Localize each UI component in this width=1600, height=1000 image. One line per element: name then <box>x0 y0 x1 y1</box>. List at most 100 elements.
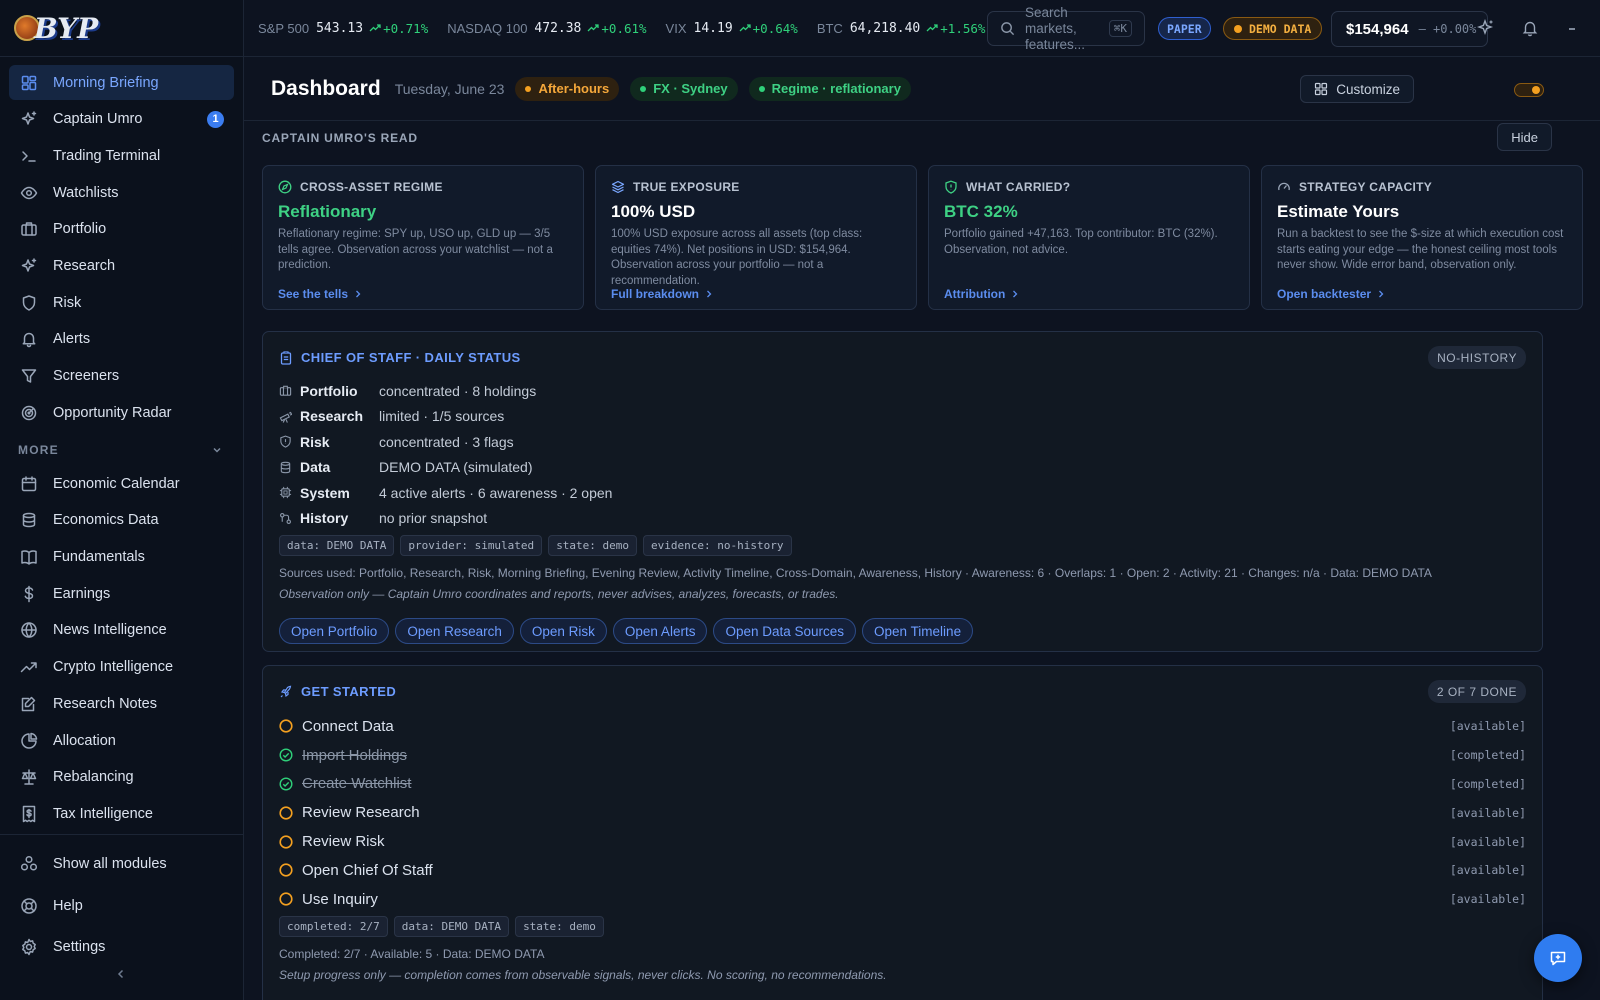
cos-row-key: History <box>300 510 349 527</box>
ticker-nasdaq-100[interactable]: NASDAQ 100 472.38 +0.61% <box>447 21 646 36</box>
bell-icon <box>1522 21 1538 37</box>
account-balance[interactable]: $154,964 – +0.00% <box>1331 11 1488 47</box>
card-link[interactable]: See the tells <box>278 287 568 301</box>
card-link[interactable]: Full breakdown <box>611 287 901 301</box>
shield-icon <box>280 435 291 448</box>
open-timeline-button[interactable]: Open Timeline <box>862 618 974 644</box>
open-research-button[interactable]: Open Research <box>395 618 514 644</box>
cos-row-value: 4 active alerts · 6 awareness · 2 open <box>379 484 613 501</box>
notes-icon <box>21 696 36 712</box>
sidebar-item-rebalancing[interactable]: Rebalancing <box>9 760 234 795</box>
sidebar-item-economic-calendar[interactable]: Economic Calendar <box>9 466 234 501</box>
setup-step-review-research[interactable]: Review Research [available] <box>279 798 1526 827</box>
card-link[interactable]: Open backtester <box>1277 287 1567 301</box>
cos-row-portfolio: Portfolio concentrated · 8 holdings <box>279 378 612 404</box>
sidebar-collapse-button[interactable] <box>114 967 128 981</box>
ticker-s-p-500[interactable]: S&P 500 543.13 +0.71% <box>258 21 428 36</box>
sidebar-item-risk[interactable]: Risk <box>9 285 234 320</box>
sidebar-item-settings[interactable]: Settings <box>9 927 234 967</box>
page-title: Dashboard <box>271 76 381 100</box>
sidebar-item-captain-umro[interactable]: Captain Umro 1 <box>9 102 234 137</box>
read-card-strategy-capacity: STRATEGY CAPACITY Estimate Yours Run a bac… <box>1261 165 1583 310</box>
meta-tag: provider: simulated <box>400 535 543 556</box>
app-logo[interactable]: BYP <box>0 0 243 57</box>
history-status-tag: NO-HISTORY <box>1428 346 1526 369</box>
setup-step-state: [available] <box>1449 719 1526 734</box>
card-description: 100% USD exposure across all assets (top… <box>611 228 863 287</box>
sidebar-item-crypto-intelligence[interactable]: Crypto Intelligence <box>9 650 234 685</box>
card-description: Reflationary regime: SPY up, USO up, GLD… <box>278 228 553 271</box>
customize-label: Customize <box>1336 81 1400 97</box>
trend-up-icon <box>739 24 751 32</box>
sidebar-item-tax-intelligence[interactable]: Tax Intelligence <box>9 796 234 831</box>
setup-step-label: Import Holdings <box>302 746 408 764</box>
notifications-button[interactable] <box>1521 19 1539 37</box>
check-circle-icon <box>279 748 293 762</box>
ticker-change: +1.56% <box>940 20 986 36</box>
sidebar-item-trading-terminal[interactable]: Trading Terminal <box>9 138 234 173</box>
sidebar-item-alerts[interactable]: Alerts <box>9 322 234 357</box>
sidebar-item-help[interactable]: Help <box>9 886 234 926</box>
cos-row-key: Portfolio <box>300 382 358 399</box>
ticker-vix[interactable]: VIX 14.19 +0.64% <box>666 21 798 36</box>
sidebar-item-label: Allocation <box>53 732 116 749</box>
setup-step-connect-data[interactable]: Connect Data [available] <box>279 712 1526 741</box>
search-box[interactable]: Search markets, features... ⌘K <box>987 5 1145 52</box>
sidebar-item-morning-briefing[interactable]: Morning Briefing <box>9 65 234 100</box>
sidebar-item-research-notes[interactable]: Research Notes <box>9 686 234 721</box>
chip-icon <box>279 487 292 499</box>
cos-row-value: concentrated · 8 holdings <box>379 382 537 399</box>
user-menu-button[interactable] <box>1563 22 1575 36</box>
setup-step-import-holdings[interactable]: Import Holdings [completed] <box>279 741 1526 770</box>
customize-button[interactable]: Customize <box>1300 75 1414 103</box>
sidebar-item-economics-data[interactable]: Economics Data <box>9 503 234 538</box>
sidebar-item-portfolio[interactable]: Portfolio <box>9 212 234 247</box>
assistant-button[interactable] <box>1477 19 1495 37</box>
setup-step-use-inquiry[interactable]: Use Inquiry [available] <box>279 885 1526 914</box>
ticker-value: 543.13 <box>316 20 364 36</box>
search-placeholder[interactable]: Search markets, features... <box>1025 5 1099 53</box>
sidebar-item-research[interactable]: Research <box>9 248 234 283</box>
setup-step-create-watchlist[interactable]: Create Watchlist [completed] <box>279 770 1526 799</box>
cos-tags: data: DEMO DATA provider: simulated state:… <box>279 535 798 556</box>
sidebar-item-earnings[interactable]: Earnings <box>9 576 234 611</box>
setup-step-open-chief-of-staff[interactable]: Open Chief Of Staff [available] <box>279 856 1526 885</box>
trending-icon <box>20 662 37 673</box>
paper-mode-badge[interactable]: PAPER <box>1158 17 1211 40</box>
ticker-symbol: VIX <box>665 20 687 36</box>
open-alerts-button[interactable]: Open Alerts <box>612 618 708 644</box>
sidebar-item-screeners[interactable]: Screeners <box>9 359 234 394</box>
chat-fab-button[interactable] <box>1534 934 1582 982</box>
sidebar-item-label: Trading Terminal <box>53 147 161 164</box>
sidebar: BYP Morning Briefing Captain Umro 1 Trading… <box>0 0 244 1000</box>
setup-step-label: Review Risk <box>302 833 385 851</box>
open-risk-button[interactable]: Open Risk <box>519 618 607 644</box>
setup-step-state: [available] <box>1449 892 1526 907</box>
ticker-symbol: NASDAQ 100 <box>447 20 528 36</box>
bell-icon <box>22 333 36 348</box>
ticker-change: +0.71% <box>383 20 429 36</box>
theme-toggle[interactable] <box>1514 83 1544 97</box>
open-data-sources-button[interactable]: Open Data Sources <box>713 618 857 644</box>
chevron-down-icon <box>213 448 221 453</box>
sidebar-item-watchlists[interactable]: Watchlists <box>9 175 234 210</box>
sidebar-item-opportunity-radar[interactable]: Opportunity Radar <box>9 395 234 430</box>
sidebar-item-fundamentals[interactable]: Fundamentals <box>9 540 234 575</box>
meta-tag: state: demo <box>515 916 604 937</box>
open-portfolio-button[interactable]: Open Portfolio <box>279 618 390 644</box>
sidebar-item-show-all-modules[interactable]: Show all modules <box>9 844 234 884</box>
sidebar-divider <box>0 834 243 835</box>
setup-step-review-risk[interactable]: Review Risk [available] <box>279 827 1526 856</box>
eye-icon <box>20 186 38 199</box>
sidebar-more-toggle[interactable]: MORE <box>0 434 243 466</box>
demo-data-badge[interactable]: DEMO DATA <box>1223 17 1323 40</box>
sidebar-item-label: Crypto Intelligence <box>53 659 174 676</box>
sidebar-item-allocation[interactable]: Allocation <box>9 723 234 758</box>
ticker-btc[interactable]: BTC 64,218.40 +1.56% <box>817 21 986 36</box>
database-icon <box>22 513 36 528</box>
sidebar-item-news-intelligence[interactable]: News Intelligence <box>9 613 234 648</box>
card-link[interactable]: Attribution <box>944 287 1234 301</box>
chevron-right-icon <box>356 290 361 298</box>
hide-read-button[interactable]: Hide <box>1497 123 1552 151</box>
sidebar-item-label: Watchlists <box>53 184 119 201</box>
